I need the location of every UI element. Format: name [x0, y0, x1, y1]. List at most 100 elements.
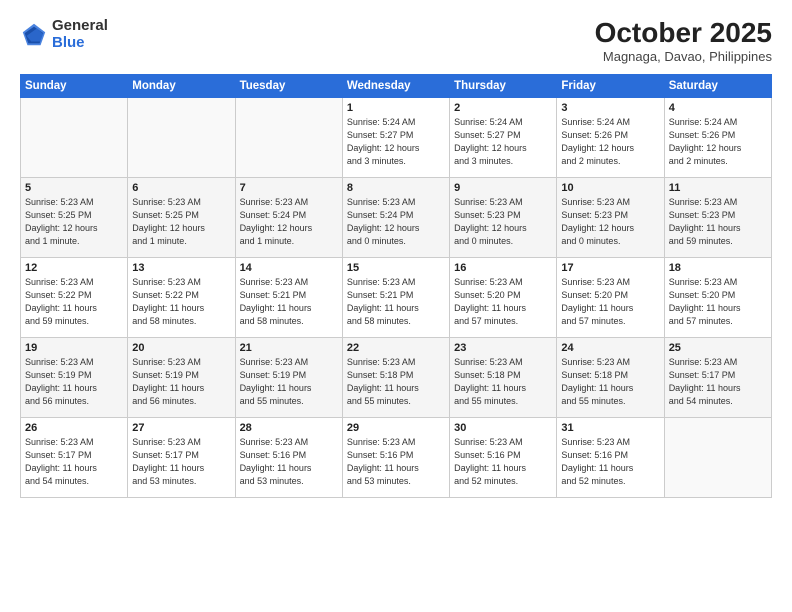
day-number: 19	[25, 342, 123, 354]
calendar-week-2: 5 Sunrise: 5:23 AM Sunset: 5:25 PM Daylig…	[21, 177, 772, 257]
logo-blue-text: Blue	[52, 34, 85, 51]
day-info: Sunrise: 5:23 AM Sunset: 5:18 PM Dayligh…	[347, 356, 445, 408]
day-header-friday: Friday	[557, 74, 664, 97]
day-info: Sunrise: 5:23 AM Sunset: 5:24 PM Dayligh…	[347, 196, 445, 248]
month-title: October 2025	[595, 18, 772, 49]
day-info: Sunrise: 5:23 AM Sunset: 5:25 PM Dayligh…	[25, 196, 123, 248]
day-number: 10	[561, 182, 659, 194]
calendar-cell: 27 Sunrise: 5:23 AM Sunset: 5:17 PM Dayli…	[128, 417, 235, 497]
logo: General Blue	[20, 18, 108, 51]
day-info: Sunrise: 5:23 AM Sunset: 5:16 PM Dayligh…	[561, 436, 659, 488]
day-info: Sunrise: 5:23 AM Sunset: 5:16 PM Dayligh…	[454, 436, 552, 488]
day-info: Sunrise: 5:23 AM Sunset: 5:20 PM Dayligh…	[669, 276, 767, 328]
calendar-cell: 23 Sunrise: 5:23 AM Sunset: 5:18 PM Dayli…	[450, 337, 557, 417]
calendar-cell: 25 Sunrise: 5:23 AM Sunset: 5:17 PM Dayli…	[664, 337, 771, 417]
calendar-cell: 8Sunrise: 5:23 AM Sunset: 5:24 PM Daylig…	[342, 177, 449, 257]
day-number: 28	[240, 422, 338, 434]
logo-icon	[20, 21, 48, 49]
day-info: Sunrise: 5:23 AM Sunset: 5:21 PM Dayligh…	[240, 276, 338, 328]
day-info: Sunrise: 5:23 AM Sunset: 5:23 PM Dayligh…	[561, 196, 659, 248]
calendar-week-3: 12 Sunrise: 5:23 AM Sunset: 5:22 PM Dayli…	[21, 257, 772, 337]
day-info: Sunrise: 5:23 AM Sunset: 5:20 PM Dayligh…	[561, 276, 659, 328]
calendar-cell: 19 Sunrise: 5:23 AM Sunset: 5:19 PM Dayli…	[21, 337, 128, 417]
day-number: 2	[454, 102, 552, 114]
day-number: 20	[132, 342, 230, 354]
day-number: 22	[347, 342, 445, 354]
calendar-cell: 16 Sunrise: 5:23 AM Sunset: 5:20 PM Dayli…	[450, 257, 557, 337]
day-number: 11	[669, 182, 767, 194]
calendar-cell: 20 Sunrise: 5:23 AM Sunset: 5:19 PM Dayli…	[128, 337, 235, 417]
calendar-cell: 4 Sunrise: 5:24 AM Sunset: 5:26 PM Daylig…	[664, 97, 771, 177]
day-number: 30	[454, 422, 552, 434]
day-info: Sunrise: 5:23 AM Sunset: 5:23 PM Dayligh…	[669, 196, 767, 248]
day-number: 3	[561, 102, 659, 114]
day-number: 16	[454, 262, 552, 274]
calendar-cell: 10 Sunrise: 5:23 AM Sunset: 5:23 PM Dayli…	[557, 177, 664, 257]
calendar-cell: 21Sunrise: 5:23 AM Sunset: 5:19 PM Dayli…	[235, 337, 342, 417]
calendar-cell: 17 Sunrise: 5:23 AM Sunset: 5:20 PM Dayli…	[557, 257, 664, 337]
day-number: 5	[25, 182, 123, 194]
day-number: 17	[561, 262, 659, 274]
calendar-week-4: 19 Sunrise: 5:23 AM Sunset: 5:19 PM Dayli…	[21, 337, 772, 417]
calendar-cell: 1 Sunrise: 5:24 AM Sunset: 5:27 PM Daylig…	[342, 97, 449, 177]
day-info: Sunrise: 5:23 AM Sunset: 5:23 PM Dayligh…	[454, 196, 552, 248]
page: General Blue October 2025 Magnaga, Davao…	[0, 0, 792, 612]
day-info: Sunrise: 5:23 AM Sunset: 5:16 PM Dayligh…	[240, 436, 338, 488]
day-number: 13	[132, 262, 230, 274]
calendar-week-1: 1 Sunrise: 5:24 AM Sunset: 5:27 PM Daylig…	[21, 97, 772, 177]
calendar-cell: 6 Sunrise: 5:23 AM Sunset: 5:25 PM Daylig…	[128, 177, 235, 257]
calendar-cell: 22 Sunrise: 5:23 AM Sunset: 5:18 PM Dayli…	[342, 337, 449, 417]
day-number: 15	[347, 262, 445, 274]
day-info: Sunrise: 5:23 AM Sunset: 5:25 PM Dayligh…	[132, 196, 230, 248]
day-info: Sunrise: 5:23 AM Sunset: 5:19 PM Dayligh…	[25, 356, 123, 408]
calendar-cell: 3Sunrise: 5:24 AM Sunset: 5:26 PM Daylig…	[557, 97, 664, 177]
day-info: Sunrise: 5:23 AM Sunset: 5:22 PM Dayligh…	[132, 276, 230, 328]
calendar-cell: 24 Sunrise: 5:23 AM Sunset: 5:18 PM Dayli…	[557, 337, 664, 417]
day-number: 24	[561, 342, 659, 354]
header: General Blue October 2025 Magnaga, Davao…	[20, 18, 772, 64]
title-block: October 2025 Magnaga, Davao, Philippines	[595, 18, 772, 64]
day-info: Sunrise: 5:23 AM Sunset: 5:20 PM Dayligh…	[454, 276, 552, 328]
calendar-cell: 11 Sunrise: 5:23 AM Sunset: 5:23 PM Dayli…	[664, 177, 771, 257]
calendar-header-row: SundayMondayTuesdayWednesdayThursdayFrid…	[21, 74, 772, 97]
calendar-cell: 26 Sunrise: 5:23 AM Sunset: 5:17 PM Dayli…	[21, 417, 128, 497]
calendar-cell: 12Sunrise: 5:23 AM Sunset: 5:22 PM Dayli…	[21, 257, 128, 337]
calendar-cell: 29Sunrise: 5:23 AM Sunset: 5:16 PM Dayli…	[342, 417, 449, 497]
day-header-thursday: Thursday	[450, 74, 557, 97]
day-info: Sunrise: 5:23 AM Sunset: 5:21 PM Dayligh…	[347, 276, 445, 328]
day-header-sunday: Sunday	[21, 74, 128, 97]
day-info: Sunrise: 5:24 AM Sunset: 5:26 PM Dayligh…	[669, 116, 767, 168]
day-info: Sunrise: 5:23 AM Sunset: 5:16 PM Dayligh…	[347, 436, 445, 488]
day-number: 9	[454, 182, 552, 194]
calendar-cell: 9 Sunrise: 5:23 AM Sunset: 5:23 PM Daylig…	[450, 177, 557, 257]
day-info: Sunrise: 5:23 AM Sunset: 5:18 PM Dayligh…	[561, 356, 659, 408]
calendar-table: SundayMondayTuesdayWednesdayThursdayFrid…	[20, 74, 772, 498]
day-number: 14	[240, 262, 338, 274]
day-number: 12	[25, 262, 123, 274]
day-info: Sunrise: 5:23 AM Sunset: 5:19 PM Dayligh…	[132, 356, 230, 408]
day-number: 21	[240, 342, 338, 354]
logo-text: General Blue	[52, 18, 108, 51]
day-number: 27	[132, 422, 230, 434]
day-info: Sunrise: 5:23 AM Sunset: 5:17 PM Dayligh…	[669, 356, 767, 408]
location: Magnaga, Davao, Philippines	[595, 49, 772, 64]
day-number: 25	[669, 342, 767, 354]
day-number: 1	[347, 102, 445, 114]
calendar-cell	[21, 97, 128, 177]
day-number: 23	[454, 342, 552, 354]
calendar-cell: 18Sunrise: 5:23 AM Sunset: 5:20 PM Dayli…	[664, 257, 771, 337]
day-info: Sunrise: 5:23 AM Sunset: 5:18 PM Dayligh…	[454, 356, 552, 408]
calendar-cell: 28 Sunrise: 5:23 AM Sunset: 5:16 PM Dayli…	[235, 417, 342, 497]
day-number: 6	[132, 182, 230, 194]
day-info: Sunrise: 5:23 AM Sunset: 5:17 PM Dayligh…	[25, 436, 123, 488]
day-number: 26	[25, 422, 123, 434]
day-number: 4	[669, 102, 767, 114]
day-info: Sunrise: 5:24 AM Sunset: 5:27 PM Dayligh…	[347, 116, 445, 168]
day-number: 31	[561, 422, 659, 434]
calendar-cell: 13 Sunrise: 5:23 AM Sunset: 5:22 PM Dayli…	[128, 257, 235, 337]
day-info: Sunrise: 5:23 AM Sunset: 5:17 PM Dayligh…	[132, 436, 230, 488]
day-header-monday: Monday	[128, 74, 235, 97]
calendar-cell	[235, 97, 342, 177]
calendar-cell: 15 Sunrise: 5:23 AM Sunset: 5:21 PM Dayli…	[342, 257, 449, 337]
day-info: Sunrise: 5:24 AM Sunset: 5:27 PM Dayligh…	[454, 116, 552, 168]
